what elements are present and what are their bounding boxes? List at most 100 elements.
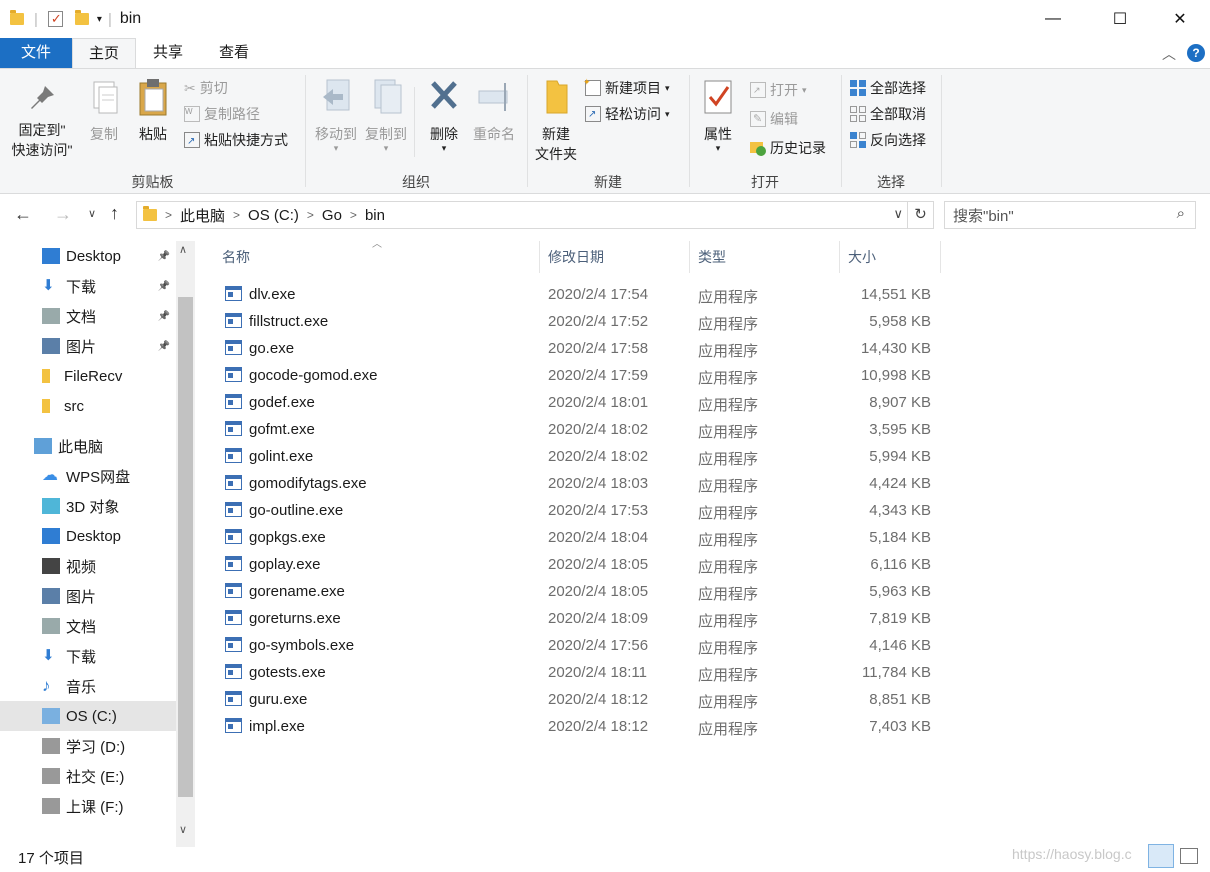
close-button[interactable]: ✕: [1157, 0, 1203, 38]
forward-arrow-icon[interactable]: →: [54, 204, 72, 225]
properties-button[interactable]: 属性 ▾: [696, 77, 740, 153]
collapse-ribbon-icon[interactable]: ︿: [1162, 44, 1176, 64]
sidebar-item-label: Desktop: [66, 247, 122, 265]
new-folder-button[interactable]: 新建 文件夹: [532, 77, 580, 164]
sidebar-item[interactable]: 上课 (F:): [0, 791, 176, 821]
sidebar-item[interactable]: OS (C:): [0, 701, 176, 731]
minimize-button[interactable]: —: [1030, 0, 1076, 38]
file-row[interactable]: fillstruct.exe 2020/2/4 17:52 应用程序 5,958 KB: [220, 309, 940, 336]
sidebar-scrollbar[interactable]: ∧ ∨: [176, 241, 195, 847]
open-button[interactable]: ↗ 打开 ▾: [750, 79, 807, 101]
recent-locations-icon[interactable]: ∨: [88, 207, 96, 220]
breadcrumb-this-pc[interactable]: 此电脑: [180, 205, 225, 226]
sidebar-item[interactable]: ☁ WPS网盘: [0, 461, 176, 491]
file-row[interactable]: gorename.exe 2020/2/4 18:05 应用程序 5,963 KB: [220, 579, 940, 606]
rename-button[interactable]: 重命名: [470, 77, 518, 144]
file-row[interactable]: gopkgs.exe 2020/2/4 18:04 应用程序 5,184 KB: [220, 525, 940, 552]
videos-icon: [42, 558, 60, 574]
large-icons-view-icon[interactable]: [1180, 848, 1198, 864]
drive-icon: [42, 768, 60, 784]
delete-button[interactable]: 删除 ▾: [422, 77, 466, 153]
edit-button[interactable]: ✎ 编辑: [750, 108, 798, 130]
sidebar-item[interactable]: 图片: [0, 581, 176, 611]
file-row[interactable]: goplay.exe 2020/2/4 18:05 应用程序 6,116 KB: [220, 552, 940, 579]
invert-selection-button[interactable]: 反向选择: [850, 129, 926, 151]
file-row[interactable]: golint.exe 2020/2/4 18:02 应用程序 5,994 KB: [220, 444, 940, 471]
copy-path-button[interactable]: W 复制路径: [184, 103, 260, 125]
sidebar-item[interactable]: 文档 📌: [0, 301, 176, 331]
file-row[interactable]: godef.exe 2020/2/4 18:01 应用程序 8,907 KB: [220, 390, 940, 417]
column-header-name[interactable]: 名称 ︿: [214, 239, 540, 273]
breadcrumb-go[interactable]: Go: [322, 207, 342, 224]
tab-home[interactable]: 主页: [72, 38, 136, 69]
file-row[interactable]: goreturns.exe 2020/2/4 18:09 应用程序 7,819 KB: [220, 606, 940, 633]
scroll-up-icon[interactable]: ∧: [179, 243, 187, 256]
breadcrumb-os-c[interactable]: OS (C:): [248, 207, 299, 224]
file-row[interactable]: dlv.exe 2020/2/4 17:54 应用程序 14,551 KB: [220, 282, 940, 309]
file-row[interactable]: gotests.exe 2020/2/4 18:11 应用程序 11,784 KB: [220, 660, 940, 687]
scroll-down-icon[interactable]: ∨: [179, 823, 187, 836]
easy-access-button[interactable]: ↗ 轻松访问 ▾: [585, 103, 670, 125]
breadcrumb-bin[interactable]: bin: [365, 207, 385, 224]
new-folder-icon[interactable]: [74, 10, 89, 25]
file-row[interactable]: go-outline.exe 2020/2/4 17:53 应用程序 4,343 KB: [220, 498, 940, 525]
sidebar-item[interactable]: 3D 对象: [0, 491, 176, 521]
search-box[interactable]: 搜索"bin" ⌕: [944, 201, 1196, 229]
maximize-button[interactable]: ☐: [1097, 0, 1143, 38]
sidebar-item[interactable]: 社交 (E:): [0, 761, 176, 791]
sidebar-item[interactable]: 学习 (D:): [0, 731, 176, 761]
pin-quick-access-button[interactable]: 固定到" 快速访问": [6, 83, 78, 160]
up-arrow-icon[interactable]: ↑: [110, 203, 119, 224]
sidebar-item[interactable]: ⬇ 下载 📌: [0, 271, 176, 301]
history-button[interactable]: 历史记录: [750, 137, 826, 159]
sidebar-item[interactable]: ⬇ 下载: [0, 641, 176, 671]
file-row[interactable]: go.exe 2020/2/4 17:58 应用程序 14,430 KB: [220, 336, 940, 363]
file-row[interactable]: gomodifytags.exe 2020/2/4 18:03 应用程序 4,424 …: [220, 471, 940, 498]
tab-share[interactable]: 共享: [137, 38, 199, 68]
select-all-button[interactable]: 全部选择: [850, 77, 926, 99]
sidebar-item[interactable]: src: [0, 391, 176, 421]
address-dropdown-icon[interactable]: ∨: [893, 206, 903, 222]
search-icon[interactable]: ⌕: [1177, 205, 1185, 222]
file-type: 应用程序: [698, 505, 759, 522]
history-label: 历史记录: [770, 140, 826, 156]
address-bar[interactable]: > 此电脑 > OS (C:) > Go > bin ∨ ↻: [136, 201, 934, 229]
select-none-button[interactable]: 全部取消: [850, 103, 926, 125]
file-row[interactable]: guru.exe 2020/2/4 18:12 应用程序 8,851 KB: [220, 687, 940, 714]
file-date: 2020/2/4 18:02: [548, 448, 649, 465]
sidebar-item[interactable]: 文档: [0, 611, 176, 641]
sidebar-item[interactable]: Desktop: [0, 521, 176, 551]
tab-file[interactable]: 文件: [0, 38, 72, 68]
file-date: 2020/2/4 18:03: [548, 475, 649, 492]
properties-check-icon[interactable]: ✓: [47, 11, 63, 27]
file-row[interactable]: go-symbols.exe 2020/2/4 17:56 应用程序 4,146 KB: [220, 633, 940, 660]
details-view-icon[interactable]: [1148, 844, 1174, 868]
column-header-type[interactable]: 类型: [690, 241, 840, 273]
copy-button[interactable]: 复制: [84, 79, 124, 144]
copy-to-button[interactable]: 复制到 ▾: [362, 77, 410, 153]
customize-toolbar-icon[interactable]: ▾: [97, 14, 102, 25]
paste-shortcut-button[interactable]: ↗ 粘贴快捷方式: [184, 129, 288, 151]
cut-button[interactable]: ✂ 剪切: [184, 77, 228, 99]
sidebar-item[interactable]: ♪ 音乐: [0, 671, 176, 701]
move-to-button[interactable]: 移动到 ▾: [312, 77, 360, 153]
tab-view[interactable]: 查看: [199, 38, 269, 68]
column-header-size[interactable]: 大小: [840, 241, 941, 273]
sidebar-item[interactable]: 图片 📌: [0, 331, 176, 361]
paste-button[interactable]: 粘贴: [132, 77, 174, 144]
scroll-thumb[interactable]: [178, 297, 193, 797]
help-icon[interactable]: ?: [1187, 44, 1205, 62]
sidebar-item[interactable]: 此电脑: [0, 431, 176, 461]
sidebar-item[interactable]: FileRecv: [0, 361, 176, 391]
file-row[interactable]: impl.exe 2020/2/4 18:12 应用程序 7,403 KB: [220, 714, 940, 741]
refresh-icon[interactable]: ↻: [907, 202, 933, 228]
new-item-button[interactable]: ✦ 新建项目 ▾: [583, 77, 670, 99]
file-size: 3,595 KB: [869, 421, 931, 438]
file-row[interactable]: gocode-gomod.exe 2020/2/4 17:59 应用程序 10,998…: [220, 363, 940, 390]
column-header-date[interactable]: 修改日期: [540, 241, 690, 273]
back-arrow-icon[interactable]: ←: [14, 204, 32, 225]
sidebar-item[interactable]: Desktop 📌: [0, 241, 176, 271]
search-input[interactable]: 搜索"bin": [953, 205, 1014, 226]
file-row[interactable]: gofmt.exe 2020/2/4 18:02 应用程序 3,595 KB: [220, 417, 940, 444]
sidebar-item[interactable]: 视频: [0, 551, 176, 581]
